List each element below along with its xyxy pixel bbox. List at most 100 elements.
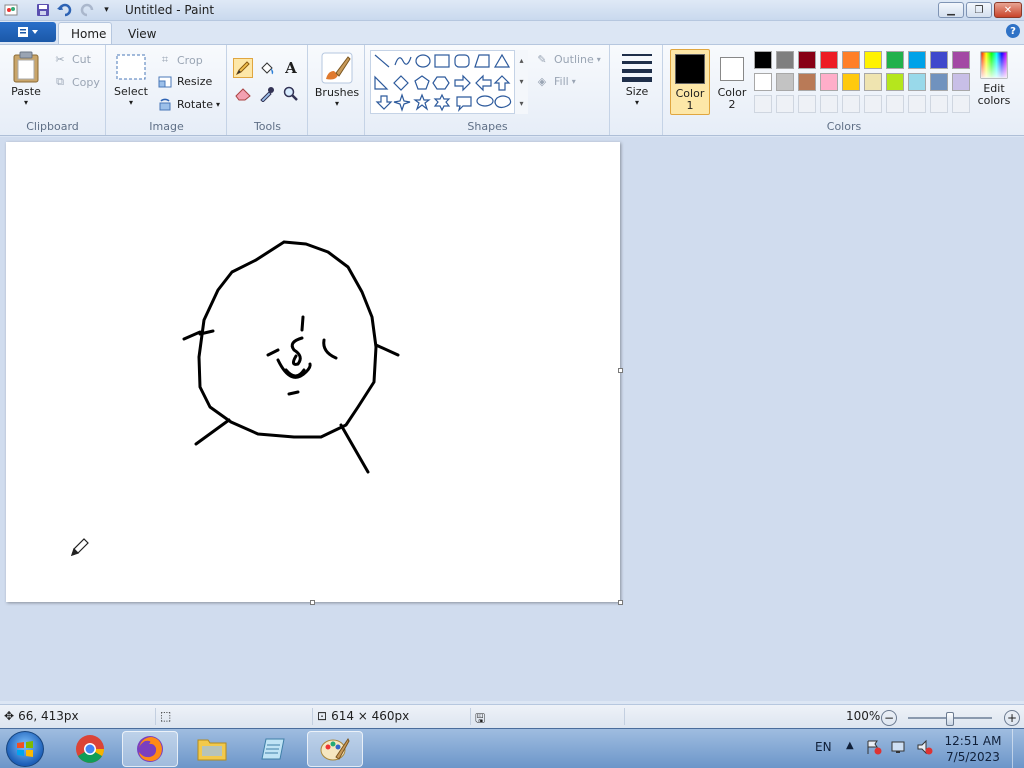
paste-dropdown-icon[interactable]: ▾ — [24, 98, 28, 107]
tray-volume-icon[interactable] — [916, 739, 934, 758]
text-tool[interactable]: A — [281, 58, 301, 78]
rotate-dropdown-icon[interactable]: ▾ — [216, 100, 220, 109]
custom-color-slot[interactable] — [798, 95, 816, 113]
scroll-up-icon[interactable]: ▴ — [519, 56, 523, 65]
copy-button[interactable]: ⧉ Copy — [52, 75, 100, 89]
custom-color-slot[interactable] — [886, 95, 904, 113]
palette-swatch[interactable] — [908, 73, 926, 91]
taskbar-firefox[interactable] — [122, 731, 178, 767]
palette-swatch[interactable] — [842, 51, 860, 69]
custom-color-slot[interactable] — [820, 95, 838, 113]
select-button[interactable]: Select ▾ — [113, 53, 149, 107]
size-button[interactable]: Size ▾ — [617, 51, 657, 107]
cut-button[interactable]: ✂ Cut — [52, 53, 91, 66]
custom-color-slot[interactable] — [930, 95, 948, 113]
taskbar-chrome[interactable] — [62, 731, 118, 767]
undo-icon[interactable] — [56, 2, 73, 18]
tab-view[interactable]: View — [116, 22, 166, 45]
palette-swatch[interactable] — [952, 73, 970, 91]
drawing-strokes — [71, 240, 400, 556]
custom-color-slot[interactable] — [842, 95, 860, 113]
save-icon[interactable] — [34, 2, 51, 18]
custom-color-slot[interactable] — [754, 95, 772, 113]
palette-swatch[interactable] — [886, 51, 904, 69]
paint-app-icon[interactable] — [2, 2, 19, 18]
palette-swatch[interactable] — [798, 73, 816, 91]
rotate-button[interactable]: Rotate ▾ — [157, 97, 220, 111]
maximize-button[interactable]: ❐ — [966, 2, 992, 18]
palette-swatch[interactable] — [820, 51, 838, 69]
zoom-out-button[interactable]: − — [881, 710, 897, 726]
minimize-button[interactable]: ▁ — [938, 2, 964, 18]
expand-gallery-icon[interactable]: ▾ — [519, 99, 523, 108]
palette-swatch[interactable] — [842, 73, 860, 91]
edit-colors-button[interactable]: Edit colors — [976, 51, 1012, 107]
taskbar-file-explorer[interactable] — [184, 731, 240, 767]
pencil-tool[interactable] — [233, 58, 253, 78]
paste-button[interactable]: Paste ▾ — [6, 51, 46, 107]
palette-swatch[interactable] — [886, 73, 904, 91]
shapes-gallery-icons[interactable] — [371, 51, 527, 113]
magnifier-tool[interactable] — [281, 84, 301, 104]
palette-swatch[interactable] — [776, 51, 794, 69]
taskbar-notepad[interactable] — [246, 731, 302, 767]
custom-color-slot[interactable] — [864, 95, 882, 113]
close-button[interactable]: ✕ — [994, 2, 1022, 18]
resize-button[interactable]: Resize — [157, 75, 212, 88]
size-dropdown-icon[interactable]: ▾ — [635, 98, 639, 107]
language-indicator[interactable]: EN — [815, 740, 832, 754]
brushes-button[interactable]: Brushes ▾ — [313, 51, 361, 108]
palette-swatch[interactable] — [908, 51, 926, 69]
custom-color-slot[interactable] — [908, 95, 926, 113]
tray-flag-icon[interactable] — [866, 739, 882, 758]
show-hidden-icons-button[interactable]: ▲ — [846, 740, 854, 751]
clipboard-group-label: Clipboard — [26, 120, 79, 133]
clock[interactable]: 12:51 AM 7/5/2023 — [943, 733, 1003, 765]
zoom-in-button[interactable]: + — [1004, 710, 1020, 726]
show-desktop-button[interactable] — [1012, 729, 1024, 768]
taskbar-paint[interactable] — [307, 731, 363, 767]
eraser-tool[interactable] — [233, 84, 253, 104]
palette-swatch[interactable] — [820, 73, 838, 91]
palette-swatch[interactable] — [754, 73, 772, 91]
fill-button[interactable]: ◈ Fill ▾ — [534, 75, 576, 88]
custom-color-slot[interactable] — [776, 95, 794, 113]
copy-icon: ⧉ — [56, 75, 64, 88]
resize-handle-corner[interactable] — [618, 600, 623, 605]
clock-time: 12:51 AM — [944, 734, 1002, 748]
fill-tool[interactable] — [257, 58, 277, 78]
outline-button[interactable]: ✎ Outline ▾ — [534, 53, 600, 66]
color-picker-tool[interactable] — [257, 84, 277, 104]
palette-swatch[interactable] — [952, 51, 970, 69]
custom-color-slot[interactable] — [952, 95, 970, 113]
select-dropdown-icon[interactable]: ▾ — [129, 98, 133, 107]
tray-network-icon[interactable] — [890, 739, 908, 758]
shapes-scroll[interactable]: ▴ ▾ ▾ — [514, 50, 528, 114]
scroll-down-icon[interactable]: ▾ — [519, 77, 523, 86]
outline-icon: ✎ — [537, 53, 547, 66]
palette-swatch[interactable] — [776, 73, 794, 91]
palette-swatch[interactable] — [754, 51, 772, 69]
color2-button[interactable]: Color 2 — [714, 49, 750, 115]
help-icon[interactable]: ? — [1006, 24, 1020, 38]
palette-swatch[interactable] — [930, 51, 948, 69]
file-menu-button[interactable] — [0, 22, 56, 42]
palette-swatch[interactable] — [930, 73, 948, 91]
drawing-canvas[interactable] — [6, 142, 620, 602]
palette-swatch[interactable] — [798, 51, 816, 69]
resize-handle-right[interactable] — [618, 368, 623, 373]
minus-icon: − — [883, 711, 895, 725]
crop-button[interactable]: ⌗ Crop — [157, 53, 203, 67]
resize-handle-bottom[interactable] — [310, 600, 315, 605]
tab-home[interactable]: Home — [58, 22, 112, 45]
zoom-slider-thumb[interactable] — [946, 712, 954, 726]
customize-quick-access-icon[interactable]: ▾ — [98, 2, 115, 18]
selection-icon: ⬚ — [160, 709, 172, 723]
selection-size: ⬚ — [160, 709, 171, 723]
start-button[interactable] — [6, 731, 44, 767]
palette-swatch[interactable] — [864, 51, 882, 69]
palette-swatch[interactable] — [864, 73, 882, 91]
color1-button[interactable]: Color 1 — [670, 49, 710, 115]
brushes-dropdown-icon[interactable]: ▾ — [335, 99, 339, 108]
eyedropper-icon — [260, 87, 274, 102]
